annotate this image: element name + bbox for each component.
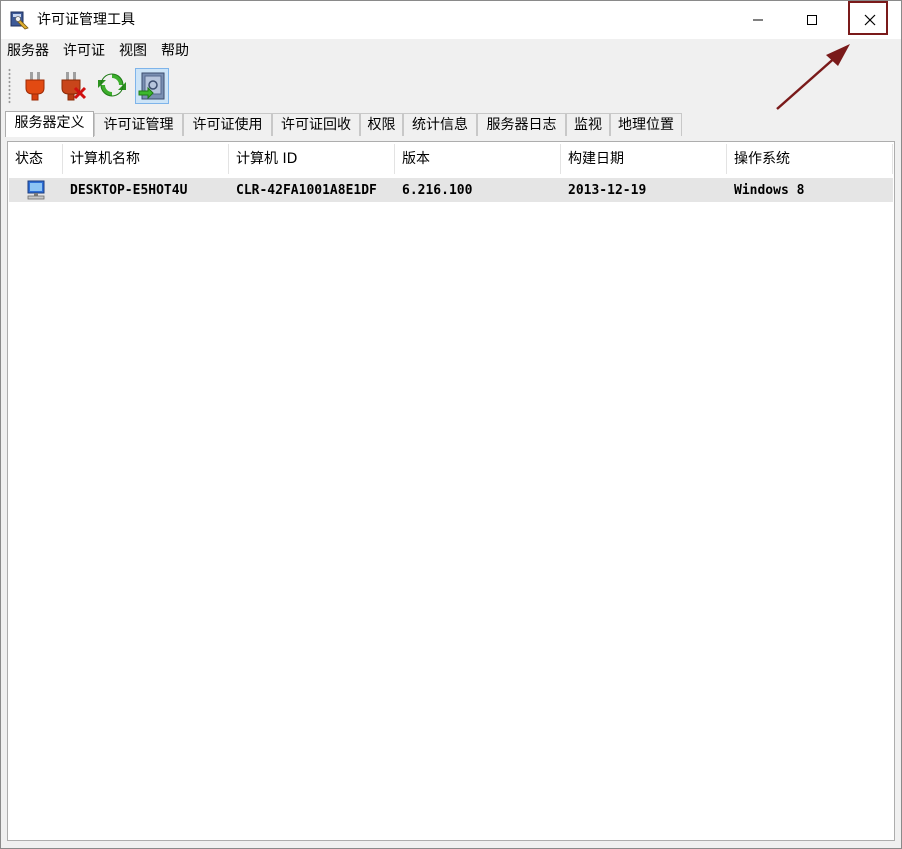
tab-permissions[interactable]: 权限 <box>360 113 403 136</box>
tab-strip: 服务器定义 许可证管理 许可证使用 许可证回收 权限 统计信息 服务器日志 监视… <box>1 111 901 137</box>
export-icon <box>138 72 165 100</box>
window-title: 许可证管理工具 <box>37 12 135 28</box>
tab-server-log[interactable]: 服务器日志 <box>477 113 566 136</box>
toolbar <box>1 65 901 107</box>
column-header-status[interactable]: 状态 <box>8 144 63 174</box>
minimize-icon <box>753 19 763 21</box>
tab-geo-location[interactable]: 地理位置 <box>610 113 682 136</box>
maximize-icon <box>807 15 817 25</box>
cell-os: Windows 8 <box>734 183 805 198</box>
app-icon <box>10 11 29 30</box>
cell-computer-id: CLR-42FA1001A8E1DF <box>236 183 377 198</box>
column-header-computer-name[interactable]: 计算机名称 <box>63 144 229 174</box>
title-bar[interactable]: 许可证管理工具 <box>1 1 901 39</box>
menu-bar: 服务器 许可证 视图 帮助 <box>1 39 901 63</box>
tab-license-recovery[interactable]: 许可证回收 <box>272 113 360 136</box>
tab-statistics[interactable]: 统计信息 <box>403 113 477 136</box>
tab-monitor[interactable]: 监视 <box>566 113 610 136</box>
menu-server[interactable]: 服务器 <box>7 42 49 60</box>
disconnect-button[interactable] <box>56 68 90 104</box>
close-highlight-box <box>848 1 888 35</box>
table-row[interactable]: DESKTOP-E5HOT4U CLR-42FA1001A8E1DF 6.216… <box>9 178 893 202</box>
tab-license-management[interactable]: 许可证管理 <box>94 113 183 136</box>
cell-computer-name: DESKTOP-E5HOT4U <box>70 183 188 198</box>
toolbar-grip[interactable] <box>8 68 11 104</box>
cell-build-date: 2013-12-19 <box>568 183 647 198</box>
column-header-os[interactable]: 操作系统 <box>727 144 893 174</box>
plug-connect-icon <box>25 72 45 101</box>
maximize-button[interactable] <box>789 1 835 39</box>
menu-license[interactable]: 许可证 <box>63 42 105 60</box>
menu-help[interactable]: 帮助 <box>161 42 189 60</box>
column-header-version[interactable]: 版本 <box>395 144 561 174</box>
refresh-icon <box>98 73 126 97</box>
connect-button[interactable] <box>18 68 52 104</box>
cell-version: 6.216.100 <box>402 183 473 198</box>
plug-disconnect-icon <box>61 72 87 101</box>
column-header-computer-id[interactable]: 计算机 ID <box>229 144 395 174</box>
menu-view[interactable]: 视图 <box>119 42 147 60</box>
refresh-button[interactable] <box>95 68 129 104</box>
minimize-button[interactable] <box>735 1 781 39</box>
computer-icon <box>27 180 45 200</box>
export-button[interactable] <box>135 68 169 104</box>
server-list[interactable]: 状态 计算机名称 计算机 ID 版本 构建日期 操作系统 DESKTOP-E5H… <box>7 141 895 841</box>
tab-server-definition[interactable]: 服务器定义 <box>5 111 94 137</box>
app-window: 许可证管理工具 服务器 许可证 视图 帮助 服务器定义 许可证管理 许可证使用 … <box>0 0 902 849</box>
column-header-build-date[interactable]: 构建日期 <box>561 144 727 174</box>
tab-license-usage[interactable]: 许可证使用 <box>183 113 272 136</box>
